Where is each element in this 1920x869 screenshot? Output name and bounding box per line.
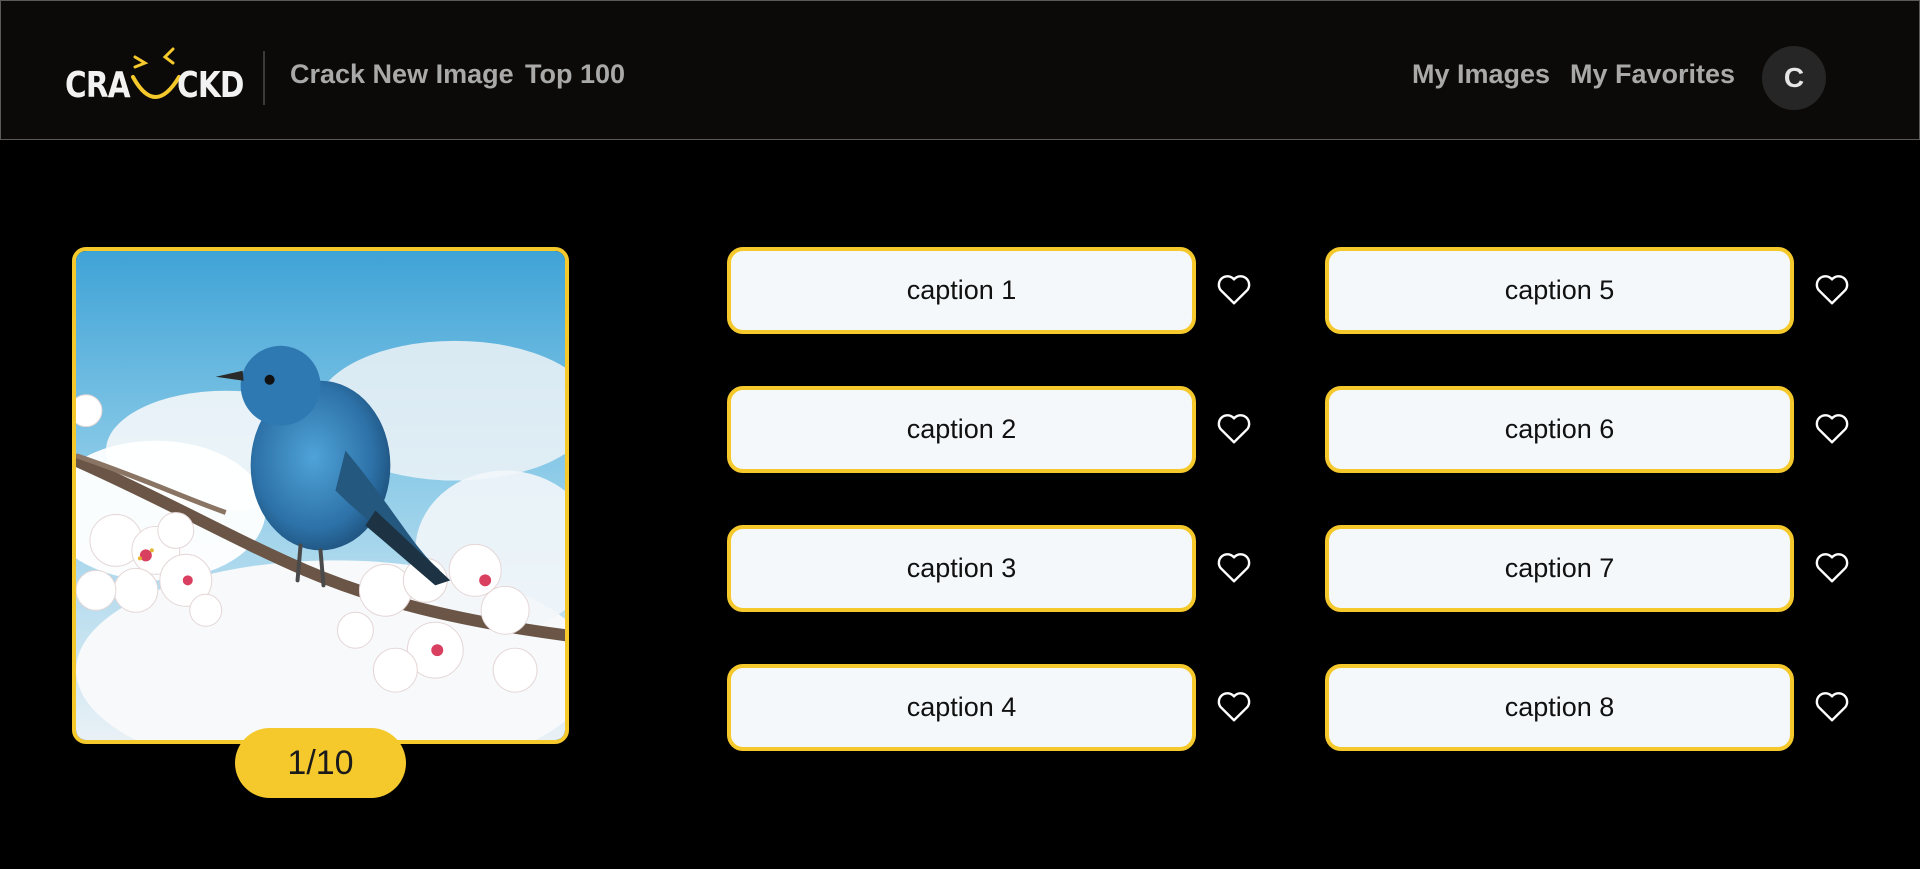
nav-my-favorites[interactable]: My Favorites: [1570, 59, 1735, 90]
nav-top-100[interactable]: Top 100: [525, 59, 625, 90]
nav-crack-new-image[interactable]: Crack New Image: [290, 59, 514, 90]
user-avatar[interactable]: C: [1762, 46, 1826, 110]
favorite-heart-icon[interactable]: [1814, 550, 1850, 584]
caption-option-8[interactable]: caption 8: [1325, 664, 1794, 751]
caption-option-5[interactable]: caption 5: [1325, 247, 1794, 334]
logo-text-right: CKD: [177, 65, 244, 106]
favorite-heart-icon[interactable]: [1216, 689, 1252, 723]
caption-option-6[interactable]: caption 6: [1325, 386, 1794, 473]
crackd-logo[interactable]: CRA CKD: [65, 43, 244, 113]
favorite-heart-icon[interactable]: [1216, 411, 1252, 445]
caption-option-7[interactable]: caption 7: [1325, 525, 1794, 612]
favorite-heart-icon[interactable]: [1814, 689, 1850, 723]
logo-smile-icon: [131, 47, 181, 99]
caption-option-2[interactable]: caption 2: [727, 386, 1196, 473]
favorite-heart-icon[interactable]: [1814, 272, 1850, 306]
caption-option-4[interactable]: caption 4: [727, 664, 1196, 751]
favorite-heart-icon[interactable]: [1216, 272, 1252, 306]
nav-my-images[interactable]: My Images: [1412, 59, 1550, 90]
favorite-heart-icon[interactable]: [1814, 411, 1850, 445]
favorite-heart-icon[interactable]: [1216, 550, 1252, 584]
caption-option-3[interactable]: caption 3: [727, 525, 1196, 612]
header-divider: [263, 51, 265, 105]
image-counter: 1/10: [235, 728, 406, 798]
top-nav-bar: CRA CKD Crack New Image Top 100 My Image…: [0, 0, 1920, 140]
bird-image: [72, 247, 569, 744]
bird-on-branch-picture: [76, 251, 565, 740]
logo-text-left: CRA: [65, 65, 131, 106]
caption-option-1[interactable]: caption 1: [727, 247, 1196, 334]
